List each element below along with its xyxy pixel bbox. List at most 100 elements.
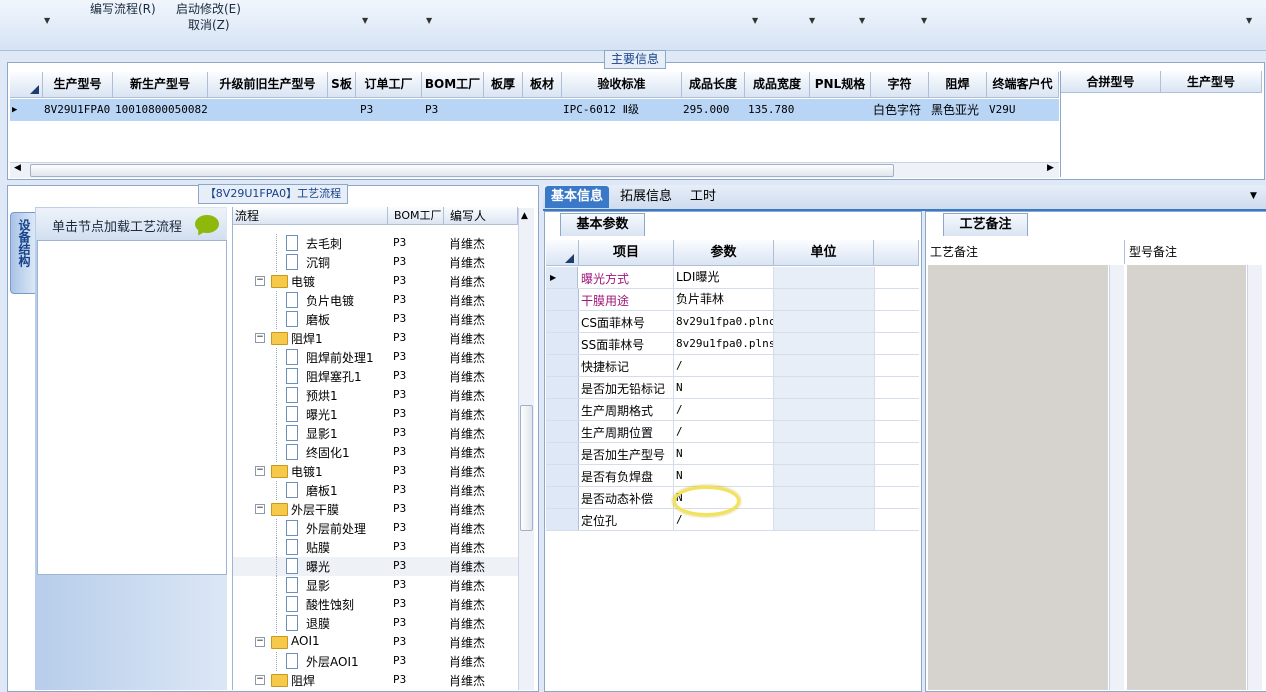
tree-row[interactable]: 显影 P3 肖维杰 — [233, 576, 518, 595]
cell-standard[interactable]: IPC-6012 Ⅱ级 — [563, 99, 639, 121]
param-unit[interactable] — [773, 267, 875, 288]
param-row[interactable]: 是否加生产型号 N — [546, 443, 919, 465]
tree-row[interactable]: − 阻焊 P3 肖维杰 — [233, 671, 518, 690]
dropdown-caret-icon[interactable]: ▼ — [809, 16, 815, 25]
param-unit[interactable] — [773, 377, 875, 398]
cell-width[interactable]: 135.780 — [748, 99, 794, 121]
cell-length[interactable]: 295.000 — [683, 99, 729, 121]
param-value[interactable]: N — [673, 377, 775, 398]
tree-row[interactable]: 阻焊塞孔1 P3 肖维杰 — [233, 367, 518, 386]
tab-process-remark[interactable]: 工艺备注 — [943, 213, 1028, 236]
param-row[interactable]: 快捷标记 / — [546, 355, 919, 377]
scroll-thumb[interactable] — [30, 164, 894, 177]
cell-prod-model[interactable]: 8V29U1FPA0 — [44, 99, 110, 121]
tree-row[interactable]: 磨板 P3 肖维杰 — [233, 310, 518, 329]
col-header[interactable]: 订单工厂 — [356, 72, 422, 98]
dropdown-caret-icon[interactable]: ▼ — [921, 16, 927, 25]
col-header[interactable]: BOM工厂 — [422, 72, 484, 98]
tree-row[interactable]: 贴膜 P3 肖维杰 — [233, 538, 518, 557]
tab-extended-info[interactable]: 拓展信息 — [614, 186, 678, 208]
col-header[interactable]: 参数 — [674, 240, 774, 266]
param-row[interactable]: 生产周期位置 / — [546, 421, 919, 443]
param-row[interactable]: ▶ 曝光方式 LDI曝光 — [546, 267, 919, 289]
col-header[interactable]: 板厚 — [484, 72, 523, 98]
model-remark-textarea[interactable] — [1127, 265, 1246, 690]
dropdown-caret-icon[interactable]: ▼ — [1246, 16, 1252, 25]
param-value[interactable]: / — [673, 355, 775, 376]
param-unit[interactable] — [773, 399, 875, 420]
col-header[interactable]: 流程 — [233, 207, 388, 225]
param-row[interactable]: 是否加无铅标记 N — [546, 377, 919, 399]
param-value[interactable]: 负片菲林 — [673, 289, 775, 310]
tree-row[interactable]: 退膜 P3 肖维杰 — [233, 614, 518, 633]
write-flow-menu[interactable]: 编写流程(R) — [90, 0, 156, 17]
dropdown-caret-icon[interactable]: ▼ — [44, 16, 50, 25]
collapse-icon[interactable]: − — [255, 504, 265, 514]
collapse-icon[interactable]: − — [255, 466, 265, 476]
scroll-right-icon[interactable]: ▶ — [1047, 163, 1054, 173]
tab-dropdown-icon[interactable]: ▼ — [1250, 191, 1257, 201]
tree-row[interactable]: − 阻焊1 P3 肖维杰 — [233, 329, 518, 348]
scroll-thumb[interactable] — [520, 405, 533, 531]
tab-basic-params[interactable]: 基本参数 — [560, 213, 645, 236]
dropdown-caret-icon[interactable]: ▼ — [752, 16, 758, 25]
tree-row[interactable]: − AOI1 P3 肖维杰 — [233, 633, 518, 652]
param-value[interactable]: N — [673, 443, 775, 464]
param-row[interactable]: 生产周期格式 / — [546, 399, 919, 421]
tree-row[interactable]: − 电镀1 P3 肖维杰 — [233, 462, 518, 481]
cancel-menu[interactable]: 取消(Z) — [188, 16, 230, 33]
param-unit[interactable] — [773, 289, 875, 310]
col-header[interactable]: S板 — [328, 72, 356, 98]
col-header[interactable]: PNL规格 — [810, 72, 871, 98]
scroll-up-icon[interactable]: ▲ — [521, 211, 528, 221]
param-row[interactable]: CS面菲林号 8v29u1fpa0.plncs — [546, 311, 919, 333]
tree-row[interactable]: 酸性蚀刻 P3 肖维杰 — [233, 595, 518, 614]
col-header[interactable]: 验收标准 — [562, 72, 682, 98]
tree-row[interactable]: 显影1 P3 肖维杰 — [233, 424, 518, 443]
param-value[interactable]: LDI曝光 — [673, 267, 775, 288]
col-header[interactable]: 终端客户代 — [987, 72, 1059, 98]
param-value[interactable]: N — [673, 465, 775, 486]
dropdown-caret-icon[interactable]: ▼ — [426, 16, 432, 25]
param-unit[interactable] — [773, 355, 875, 376]
param-unit[interactable] — [773, 443, 875, 464]
param-row[interactable]: 定位孔 / — [546, 509, 919, 531]
collapse-icon[interactable]: − — [255, 276, 265, 286]
vertical-scrollbar[interactable] — [1109, 265, 1124, 690]
col-header[interactable]: 阻焊 — [929, 72, 987, 98]
param-value[interactable]: / — [673, 421, 775, 442]
cell-new-model[interactable]: 10010800050082 — [115, 99, 208, 121]
col-header[interactable]: 字符 — [871, 72, 929, 98]
col-header[interactable]: 板材 — [523, 72, 562, 98]
cell-solder[interactable]: 黑色亚光 — [931, 99, 979, 121]
param-unit[interactable] — [773, 509, 875, 530]
col-header[interactable]: 项目 — [579, 240, 674, 266]
param-value[interactable]: 8v29u1fpa0.plncs — [673, 311, 775, 332]
tree-row[interactable]: 磨板1 P3 肖维杰 — [233, 481, 518, 500]
scroll-left-icon[interactable]: ◀ — [14, 163, 21, 173]
tree-row[interactable]: 终固化1 P3 肖维杰 — [233, 443, 518, 462]
process-remark-textarea[interactable] — [928, 265, 1108, 690]
cell-customer[interactable]: V29U — [989, 99, 1016, 121]
param-unit[interactable] — [773, 465, 875, 486]
param-row[interactable]: 是否有负焊盘 N — [546, 465, 919, 487]
tab-basic-info[interactable]: 基本信息 — [545, 186, 610, 208]
tree-row[interactable]: − 电镀 P3 肖维杰 — [233, 272, 518, 291]
dropdown-caret-icon[interactable]: ▼ — [362, 16, 368, 25]
tree-row[interactable]: 预烘1 P3 肖维杰 — [233, 386, 518, 405]
col-header[interactable]: 单位 — [774, 240, 874, 266]
col-header[interactable]: 新生产型号 — [113, 72, 208, 98]
col-header[interactable]: 合拼型号 — [1061, 71, 1161, 93]
param-row[interactable]: 干膜用途 负片菲林 — [546, 289, 919, 311]
tree-row[interactable]: 曝光1 P3 肖维杰 — [233, 405, 518, 424]
col-header[interactable]: 升级前旧生产型号 — [208, 72, 328, 98]
param-value[interactable]: 8v29u1fpa0.plnss — [673, 333, 775, 354]
tree-row[interactable]: 负片电镀 P3 肖维杰 — [233, 291, 518, 310]
tree-row[interactable]: 阻焊前处理1 P3 肖维杰 — [233, 348, 518, 367]
col-header[interactable]: 编写人 — [444, 207, 518, 225]
tree-row[interactable]: − 外层干膜 P3 肖维杰 — [233, 500, 518, 519]
param-value[interactable]: / — [673, 399, 775, 420]
tab-work-hours[interactable]: 工时 — [684, 186, 722, 208]
collapse-icon[interactable]: − — [255, 333, 265, 343]
col-header[interactable]: 成品宽度 — [745, 72, 810, 98]
